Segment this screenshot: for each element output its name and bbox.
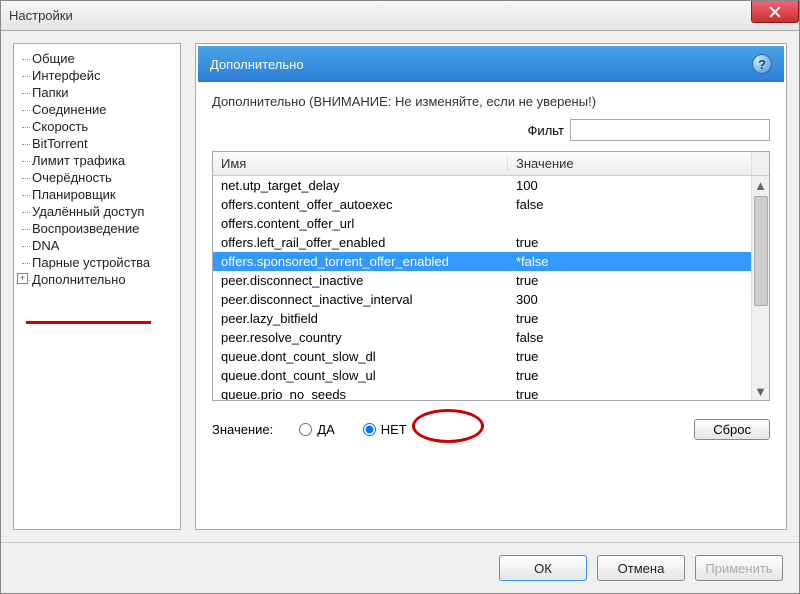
sidebar-item-2[interactable]: Папки <box>18 84 176 101</box>
close-button[interactable] <box>751 1 799 23</box>
table-row[interactable]: peer.disconnect_inactivetrue <box>213 271 769 290</box>
radio-yes[interactable]: ДА <box>299 422 334 437</box>
red-underline-annotation <box>26 321 151 324</box>
cell-value: 100 <box>508 178 769 193</box>
filter-row: Фильт <box>212 119 770 141</box>
scroll-down-icon[interactable]: ▼ <box>752 382 769 400</box>
sidebar-item-6[interactable]: Лимит трафика <box>18 152 176 169</box>
sidebar-item-0[interactable]: Общие <box>18 50 176 67</box>
cell-value: false <box>508 330 769 345</box>
sidebar-item-11[interactable]: DNA <box>18 237 176 254</box>
cell-name: queue.prio_no_seeds <box>213 387 508 400</box>
cell-name: offers.content_offer_autoexec <box>213 197 508 212</box>
radio-no-input[interactable] <box>363 423 376 436</box>
options-table[interactable]: Имя Значение net.utp_target_delay100offe… <box>212 151 770 401</box>
table-row[interactable]: offers.left_rail_offer_enabledtrue <box>213 233 769 252</box>
table-row[interactable]: queue.dont_count_slow_ultrue <box>213 366 769 385</box>
sidebar-item-10[interactable]: Воспроизведение <box>18 220 176 237</box>
table-header[interactable]: Имя Значение <box>213 152 769 176</box>
sidebar-item-12[interactable]: Парные устройства <box>18 254 176 271</box>
cell-name: queue.dont_count_slow_ul <box>213 368 508 383</box>
scroll-thumb[interactable] <box>754 196 768 306</box>
table-row[interactable]: offers.content_offer_autoexecfalse <box>213 195 769 214</box>
radio-no[interactable]: НЕТ <box>363 422 407 437</box>
cell-name: peer.lazy_bitfield <box>213 311 508 326</box>
sidebar-item-7[interactable]: Очерёдность <box>18 169 176 186</box>
cell-name: offers.sponsored_torrent_offer_enabled <box>213 254 508 269</box>
panel-title: Дополнительно <box>210 57 304 72</box>
settings-tree[interactable]: ОбщиеИнтерфейсПапкиСоединениеСкоростьBit… <box>13 43 181 530</box>
cell-name: peer.disconnect_inactive_interval <box>213 292 508 307</box>
radio-yes-input[interactable] <box>299 423 312 436</box>
table-row[interactable]: offers.sponsored_torrent_offer_enabled*f… <box>213 252 769 271</box>
scrollbar-header-gap <box>751 152 769 175</box>
panel-body: Дополнительно (ВНИМАНИЕ: Не изменяйте, е… <box>198 82 784 527</box>
scroll-up-icon[interactable]: ▲ <box>752 176 769 194</box>
col-name[interactable]: Имя <box>213 156 508 171</box>
cell-value: true <box>508 368 769 383</box>
cell-value: true <box>508 387 769 400</box>
radio-no-label: НЕТ <box>381 422 407 437</box>
titlebar[interactable]: Настройки <box>1 1 799 31</box>
cell-value: true <box>508 273 769 288</box>
ok-button[interactable]: ОК <box>499 555 587 581</box>
close-icon <box>769 6 781 18</box>
reset-button[interactable]: Сброс <box>694 419 770 440</box>
sidebar-item-3[interactable]: Соединение <box>18 101 176 118</box>
advanced-panel: Дополнительно ? Дополнительно (ВНИМАНИЕ:… <box>195 43 787 530</box>
cell-value: true <box>508 235 769 250</box>
sidebar-item-13[interactable]: Дополнительно+ <box>18 271 176 288</box>
cell-value: *false <box>508 254 769 269</box>
table-row[interactable]: queue.prio_no_seedstrue <box>213 385 769 400</box>
window-title: Настройки <box>9 8 73 23</box>
table-body[interactable]: net.utp_target_delay100offers.content_of… <box>213 176 769 400</box>
cell-name: offers.content_offer_url <box>213 216 508 231</box>
value-editor: Значение: ДА НЕТ Сброс <box>212 411 770 440</box>
cell-value: false <box>508 197 769 212</box>
cell-name: peer.resolve_country <box>213 330 508 345</box>
value-label: Значение: <box>212 422 273 437</box>
table-row[interactable]: net.utp_target_delay100 <box>213 176 769 195</box>
cell-name: queue.dont_count_slow_dl <box>213 349 508 364</box>
sidebar-item-4[interactable]: Скорость <box>18 118 176 135</box>
sidebar-item-1[interactable]: Интерфейс <box>18 67 176 84</box>
cell-name: net.utp_target_delay <box>213 178 508 193</box>
cell-name: peer.disconnect_inactive <box>213 273 508 288</box>
sidebar-item-5[interactable]: BitTorrent <box>18 135 176 152</box>
table-row[interactable]: offers.content_offer_url <box>213 214 769 233</box>
dialog-footer: ОК Отмена Применить <box>1 543 799 593</box>
settings-window: Настройки ОбщиеИнтерфейсПапкиСоединениеС… <box>0 0 800 594</box>
tree-expander-icon[interactable]: + <box>17 273 28 284</box>
sidebar-item-8[interactable]: Планировщик <box>18 186 176 203</box>
table-row[interactable]: queue.dont_count_slow_dltrue <box>213 347 769 366</box>
vertical-scrollbar[interactable]: ▲ ▼ <box>751 176 769 400</box>
apply-button[interactable]: Применить <box>695 555 783 581</box>
table-row[interactable]: peer.lazy_bitfieldtrue <box>213 309 769 328</box>
radio-group: ДА НЕТ <box>299 422 406 437</box>
warning-text: Дополнительно (ВНИМАНИЕ: Не изменяйте, е… <box>212 94 770 109</box>
filter-input[interactable] <box>570 119 770 141</box>
table-row[interactable]: peer.resolve_countryfalse <box>213 328 769 347</box>
cancel-button[interactable]: Отмена <box>597 555 685 581</box>
radio-yes-label: ДА <box>317 422 334 437</box>
help-icon[interactable]: ? <box>752 54 772 74</box>
filter-label: Фильт <box>528 123 564 138</box>
table-row[interactable]: peer.disconnect_inactive_interval300 <box>213 290 769 309</box>
col-value[interactable]: Значение <box>508 156 751 171</box>
dialog-body: ОбщиеИнтерфейсПапкиСоединениеСкоростьBit… <box>1 31 799 543</box>
red-ellipse-annotation <box>412 409 484 443</box>
sidebar-item-9[interactable]: Удалённый доступ <box>18 203 176 220</box>
cell-value: true <box>508 311 769 326</box>
cell-value: 300 <box>508 292 769 307</box>
panel-header: Дополнительно ? <box>198 46 784 82</box>
cell-value: true <box>508 349 769 364</box>
cell-name: offers.left_rail_offer_enabled <box>213 235 508 250</box>
